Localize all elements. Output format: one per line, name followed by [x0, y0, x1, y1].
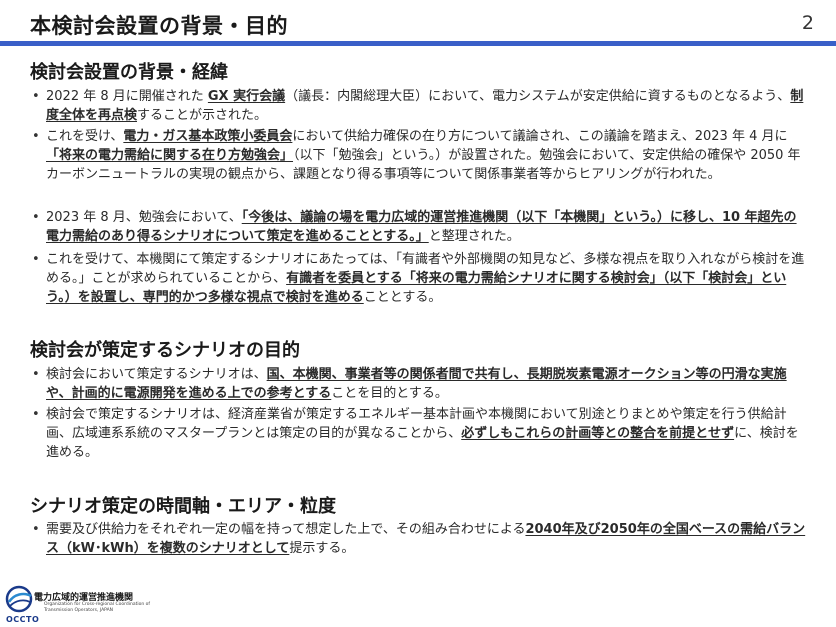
footer-logo-text: OCCTO	[6, 615, 40, 624]
body-text: 需要及び供給力をそれぞれ一定の幅を持って想定した上で、その組み合わせによる	[46, 522, 526, 537]
body-text: ことを目的とする。	[331, 386, 448, 401]
bullet-item: 2022 年 8 月に開催された GX 実行会議（議長：内閣総理大臣）において、…	[32, 87, 806, 125]
page-number: 2	[801, 12, 814, 34]
body-text: において供給力確保の在り方について議論され、この議論を踏まえ、2023 年 4 …	[292, 129, 788, 144]
body-text: することが示された。	[137, 108, 268, 123]
title-underline-bar	[0, 41, 836, 46]
footer-org-name-en: Organization for Cross-regional Coordina…	[44, 602, 150, 613]
bullet-item: 検討会において策定するシナリオは、国、本機関、事業者等の関係者間で共有し、長期脱…	[32, 365, 806, 403]
page-title: 本検討会設置の背景・目的	[30, 14, 288, 38]
bullet-item: 2023 年 8 月、勉強会において、「今後は、議論の場を電力広域的運営推進機関…	[32, 208, 806, 246]
body-text: 提示する。	[289, 541, 355, 556]
section-heading-timeframe: シナリオ策定の時間軸・エリア・粒度	[30, 496, 336, 517]
body-text: これを受け、	[46, 129, 124, 144]
emphasis-text: 「将来の電力需給に関する在り方勉強会」	[46, 148, 294, 163]
emphasis-text: 電力・ガス基本政策小委員会	[123, 129, 293, 144]
slide: 本検討会設置の背景・目的 2 検討会設置の背景・経緯 2022 年 8 月に開催…	[0, 0, 836, 627]
body-text: 検討会において策定するシナリオは、	[46, 367, 267, 382]
emphasis-text: 必ずしもこれらの計画等との整合を前提とせず	[461, 426, 735, 441]
body-text: と整理された。	[428, 229, 520, 244]
section-heading-background: 検討会設置の背景・経緯	[30, 62, 228, 83]
emphasis-text: GX 実行会議	[207, 89, 286, 104]
body-text: 2023 年 8 月、勉強会において、	[46, 210, 242, 225]
section-heading-purpose: 検討会が策定するシナリオの目的	[30, 340, 300, 361]
body-text: 2022 年 8 月に開催された	[46, 89, 208, 104]
bullet-item: 需要及び供給力をそれぞれ一定の幅を持って想定した上で、その組み合わせによる204…	[32, 520, 806, 558]
bullet-item: これを受け、電力・ガス基本政策小委員会において供給力確保の在り方について議論され…	[32, 127, 806, 184]
bullet-item: 検討会で策定するシナリオは、経済産業省が策定するエネルギー基本計画や本機関におい…	[32, 405, 806, 462]
occto-globe-logo-icon	[5, 585, 33, 613]
body-text: （議長：内閣総理大臣）において、電力システムが安定供給に資するものとなるよう、	[285, 89, 791, 104]
bullet-item: これを受けて、本機関にて策定するシナリオにあたっては、「有識者や外部機関の知見な…	[32, 250, 806, 307]
body-text: こととする。	[363, 290, 442, 305]
